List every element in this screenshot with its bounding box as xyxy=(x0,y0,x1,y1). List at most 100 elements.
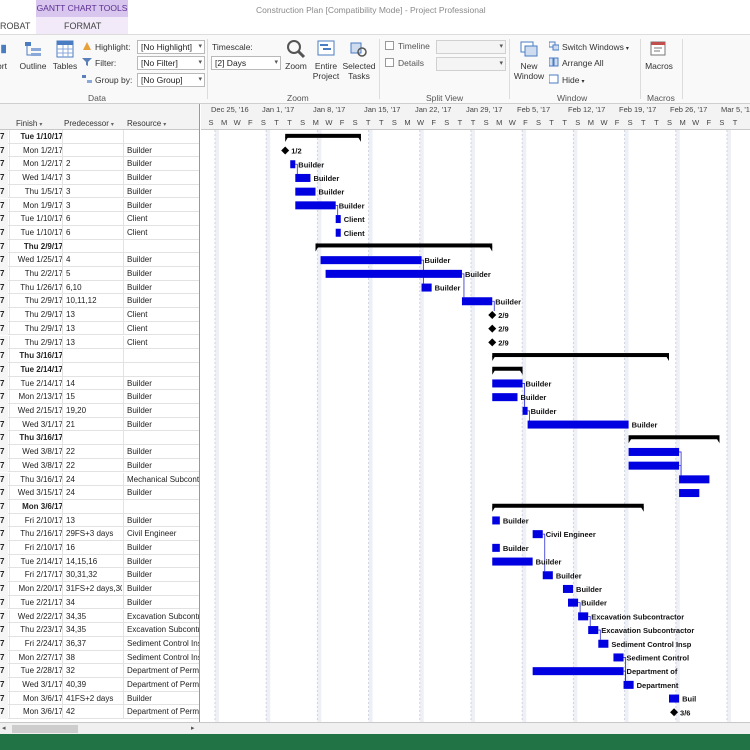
cell-resource[interactable]: Builder xyxy=(123,595,199,610)
cell-finish[interactable]: Tue 2/28/17 xyxy=(9,664,65,678)
table-row[interactable]: 7 Tue 1/10/17 6 Client xyxy=(0,225,199,240)
cell-id-stub[interactable]: 7 xyxy=(0,431,8,446)
table-row[interactable]: 7 Wed 3/8/17 22 Builder xyxy=(0,458,199,473)
timeline-checkbox[interactable]: Timeline xyxy=(385,41,430,51)
cell-finish[interactable]: Mon 1/2/17 xyxy=(9,157,65,172)
cell-resource[interactable]: Builder xyxy=(123,486,199,500)
cell-id-stub[interactable]: 7 xyxy=(0,458,8,473)
cell-predecessors[interactable]: 34,35 xyxy=(62,623,122,637)
cell-finish[interactable]: Fri 2/24/17 xyxy=(9,636,65,651)
cell-resource[interactable]: Department of Permit xyxy=(123,664,199,678)
filter-combo[interactable]: [No Filter] ▾ xyxy=(137,56,205,70)
table-row[interactable]: 7 Wed 3/8/17 22 Builder xyxy=(0,445,199,459)
table-row[interactable]: 7 Tue 2/28/17 32 Department of Permit xyxy=(0,664,199,678)
cell-resource[interactable]: Department of Permit xyxy=(123,678,199,692)
cell-finish[interactable]: Fri 2/10/17 xyxy=(9,513,65,528)
cell-finish[interactable]: Thu 1/5/17 xyxy=(9,184,65,199)
cell-id-stub[interactable]: 7 xyxy=(0,705,8,720)
cell-finish[interactable]: Wed 3/1/17 xyxy=(9,678,65,692)
table-row[interactable]: 7 Thu 2/9/17 13 Client xyxy=(0,335,199,350)
cell-predecessors[interactable] xyxy=(62,239,122,254)
cell-resource[interactable]: Department of Permit xyxy=(123,705,199,720)
cell-id-stub[interactable]: 7 xyxy=(0,623,8,637)
table-row[interactable]: 7 Wed 1/25/17 4 Builder xyxy=(0,253,199,267)
hide-button[interactable]: Hide ▾ xyxy=(549,73,585,87)
table-row[interactable]: 7 Thu 2/2/17 5 Builder xyxy=(0,267,199,281)
cell-resource[interactable]: Builder xyxy=(123,253,199,267)
tab-acrobat[interactable]: ROBAT xyxy=(0,21,30,31)
cell-resource[interactable]: Builder xyxy=(123,198,199,213)
cell-predecessors[interactable]: 6 xyxy=(62,225,122,240)
cell-resource[interactable]: Builder xyxy=(123,294,199,309)
cell-id-stub[interactable]: 7 xyxy=(0,267,8,281)
cell-predecessors[interactable]: 14 xyxy=(62,376,122,391)
cell-resource[interactable]: Excavation Subcontr xyxy=(123,609,199,624)
cell-predecessors[interactable]: 38 xyxy=(62,650,122,665)
table-row[interactable]: 7 Thu 2/16/17 29FS+3 days Civil Engineer xyxy=(0,527,199,541)
cell-finish[interactable]: Wed 3/15/17 xyxy=(9,486,65,500)
cell-resource[interactable]: Builder xyxy=(123,445,199,459)
cell-id-stub[interactable]: 7 xyxy=(0,609,8,624)
cell-resource[interactable]: Client xyxy=(123,212,199,226)
cell-id-stub[interactable]: 7 xyxy=(0,308,8,322)
column-header-finish[interactable]: Finish ▾ xyxy=(16,117,60,130)
cell-id-stub[interactable]: 7 xyxy=(0,513,8,528)
switch-windows-button[interactable]: Switch Windows ▾ xyxy=(549,40,629,54)
table-row[interactable]: 7 Wed 3/1/17 40,39 Department of Permit xyxy=(0,678,199,692)
table-row[interactable]: 7 Mon 1/2/17 2 Builder xyxy=(0,157,199,172)
cell-finish[interactable]: Thu 2/2/17 xyxy=(9,267,65,281)
cell-id-stub[interactable]: 7 xyxy=(0,157,8,172)
table-row[interactable]: 7 Wed 2/22/17 34,35 Excavation Subcontr xyxy=(0,609,199,624)
cell-finish[interactable]: Fri 2/10/17 xyxy=(9,541,65,555)
cell-id-stub[interactable]: 7 xyxy=(0,417,8,432)
cell-resource[interactable]: Builder xyxy=(123,143,199,158)
arrange-all-button[interactable]: Arrange All xyxy=(549,56,604,70)
cell-predecessors[interactable]: 29FS+3 days xyxy=(62,527,122,541)
cell-resource[interactable]: Builder xyxy=(123,417,199,432)
table-row[interactable]: 7 Fri 2/17/17 30,31,32 Builder xyxy=(0,568,199,583)
cell-resource[interactable]: Builder xyxy=(123,390,199,404)
cell-finish[interactable]: Wed 3/8/17 xyxy=(9,445,65,459)
cell-finish[interactable]: Wed 2/15/17 xyxy=(9,404,65,418)
cell-id-stub[interactable]: 7 xyxy=(0,582,8,596)
cell-resource[interactable] xyxy=(123,431,199,446)
cell-finish[interactable]: Thu 2/16/17 xyxy=(9,527,65,541)
cell-id-stub[interactable]: 7 xyxy=(0,499,8,514)
cell-predecessors[interactable] xyxy=(62,499,122,514)
cell-predecessors[interactable] xyxy=(62,431,122,446)
cell-resource[interactable]: Builder xyxy=(123,691,199,706)
cell-finish[interactable]: Wed 3/1/17 xyxy=(9,417,65,432)
highlight-combo[interactable]: [No Highlight] ▾ xyxy=(137,40,205,54)
cell-id-stub[interactable]: 7 xyxy=(0,376,8,391)
tables-button[interactable]: Tables xyxy=(51,39,79,71)
cell-id-stub[interactable]: 7 xyxy=(0,225,8,240)
cell-predecessors[interactable]: 13 xyxy=(62,335,122,350)
cell-id-stub[interactable]: 7 xyxy=(0,253,8,267)
cell-resource[interactable]: Builder xyxy=(123,184,199,199)
cell-finish[interactable]: Tue 1/10/17 xyxy=(9,130,65,144)
table-row[interactable]: 7 Mon 3/6/17 41FS+2 days Builder xyxy=(0,691,199,706)
cell-predecessors[interactable]: 4 xyxy=(62,253,122,267)
table-row[interactable]: 7 Wed 3/15/17 24 Builder xyxy=(0,486,199,500)
cell-finish[interactable]: Thu 2/9/17 xyxy=(9,321,65,336)
cell-resource[interactable]: Builder xyxy=(123,554,199,569)
table-row[interactable]: 7 Mon 2/20/17 31FS+2 days,30, Builder xyxy=(0,582,199,596)
cell-predecessors[interactable]: 22 xyxy=(62,458,122,473)
cell-predecessors[interactable]: 13 xyxy=(62,513,122,528)
cell-finish[interactable]: Mon 2/13/17 xyxy=(9,390,65,404)
cell-predecessors[interactable] xyxy=(62,362,122,377)
cell-finish[interactable]: Thu 3/16/17 xyxy=(9,349,65,363)
scroll-right-icon[interactable]: ▸ xyxy=(191,724,195,732)
cell-resource[interactable]: Client xyxy=(123,308,199,322)
cell-finish[interactable]: Wed 1/4/17 xyxy=(9,171,65,185)
table-row[interactable]: 7 Thu 1/5/17 3 Builder xyxy=(0,184,199,199)
cell-finish[interactable]: Thu 2/23/17 xyxy=(9,623,65,637)
cell-predecessors[interactable]: 42 xyxy=(62,705,122,720)
cell-id-stub[interactable]: 7 xyxy=(0,212,8,226)
cell-predecessors[interactable]: 10,11,12 xyxy=(62,294,122,309)
cell-predecessors[interactable]: 5 xyxy=(62,267,122,281)
table-row[interactable]: 7 Tue 1/10/17 xyxy=(0,130,199,144)
table-row[interactable]: 7 Thu 3/16/17 xyxy=(0,349,199,363)
cell-predecessors[interactable]: 36,37 xyxy=(62,636,122,651)
table-row[interactable]: 7 Mon 1/2/17 Builder xyxy=(0,143,199,158)
